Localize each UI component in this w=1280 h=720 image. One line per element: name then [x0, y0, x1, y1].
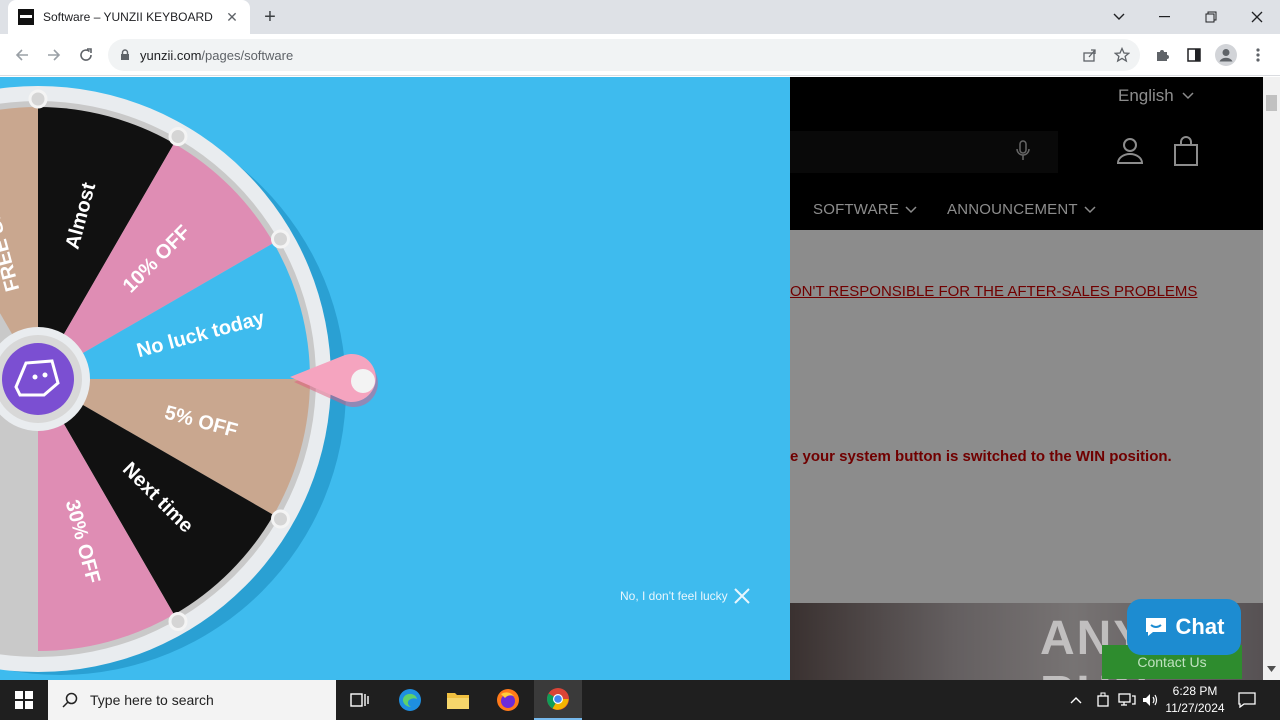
wheel-peg: [168, 611, 188, 631]
volume-icon[interactable]: [1142, 680, 1160, 720]
wheel-peg: [28, 89, 48, 109]
bookmark-star-icon[interactable]: [1110, 43, 1134, 67]
close-icon: [733, 588, 750, 604]
lock-icon: [121, 49, 129, 60]
file-explorer-icon[interactable]: [434, 680, 482, 720]
chat-button[interactable]: Chat: [1127, 599, 1241, 655]
search-icon: [62, 692, 78, 708]
tab-search-icon[interactable]: [1096, 0, 1142, 34]
side-panel-icon[interactable]: [1182, 43, 1206, 67]
task-view-icon[interactable]: [336, 680, 384, 720]
wheel-peg: [270, 509, 290, 529]
extensions-icon[interactable]: [1150, 43, 1174, 67]
taskbar-search-placeholder: Type here to search: [90, 692, 214, 708]
forward-button[interactable]: [42, 43, 66, 67]
url-path: /pages/software: [201, 47, 294, 63]
tab-strip: Software – YUNZII KEYBOARD ✕ +: [0, 0, 1280, 34]
usb-device-icon[interactable]: [1096, 680, 1110, 720]
chat-label: Chat: [1175, 614, 1225, 639]
show-hidden-icons[interactable]: [1070, 680, 1082, 720]
chrome-icon[interactable]: [534, 680, 582, 720]
back-button[interactable]: [10, 43, 34, 67]
edge-browser-icon[interactable]: [386, 680, 434, 720]
network-icon[interactable]: [1118, 680, 1136, 720]
spin-wheel-popup: FREE SHIPPINGAlmost10% OFFNo luck today5…: [0, 77, 790, 680]
wheel-peg: [270, 229, 290, 249]
browser-tab[interactable]: Software – YUNZII KEYBOARD ✕: [8, 0, 250, 34]
page-scrollbar[interactable]: [1263, 77, 1280, 680]
url-text: yunzii.com/pages/software: [140, 48, 293, 63]
close-tab-icon[interactable]: ✕: [224, 9, 240, 25]
close-window-button[interactable]: [1234, 0, 1280, 34]
clock-time: 6:28 PM: [1172, 684, 1218, 698]
taskbar-search-box[interactable]: Type here to search: [48, 680, 336, 720]
reload-button[interactable]: [74, 43, 98, 67]
minimize-button[interactable]: [1142, 0, 1188, 34]
chevron-up-icon: [1070, 697, 1082, 704]
browser-menu-icon[interactable]: [1246, 43, 1270, 67]
dismiss-label: No, I don't feel lucky: [620, 589, 728, 603]
address-bar[interactable]: yunzii.com/pages/software: [108, 39, 1140, 71]
wheel-peg: [168, 127, 188, 147]
web-page: English SOFTWARE ANNOUNCEMENT ON'T RESPO…: [0, 77, 1263, 680]
scroll-down-arrow-icon[interactable]: [1267, 666, 1276, 672]
firefox-icon[interactable]: [484, 680, 532, 720]
dismiss-wheel-button[interactable]: No, I don't feel lucky: [620, 588, 750, 604]
new-tab-button[interactable]: +: [258, 5, 282, 29]
start-button[interactable]: [0, 680, 48, 720]
clock-date: 11/27/2024: [1165, 701, 1225, 715]
notifications-icon[interactable]: [1238, 680, 1256, 720]
system-clock[interactable]: 6:28 PM 11/27/2024: [1160, 683, 1230, 717]
windows-taskbar: Type here to search 6:28 PM 11/27/2024: [0, 680, 1280, 720]
scrollbar-thumb[interactable]: [1266, 95, 1277, 111]
url-domain: yunzii.com: [140, 47, 202, 63]
share-icon[interactable]: [1078, 43, 1102, 67]
profile-avatar-icon[interactable]: [1214, 43, 1238, 67]
restore-button[interactable]: [1188, 0, 1234, 34]
tab-title: Software – YUNZII KEYBOARD: [43, 10, 213, 24]
site-favicon-icon: [18, 9, 34, 25]
windows-logo-icon: [15, 691, 33, 709]
browser-toolbar: yunzii.com/pages/software: [0, 34, 1280, 76]
chat-bubble-icon: [1145, 618, 1166, 636]
